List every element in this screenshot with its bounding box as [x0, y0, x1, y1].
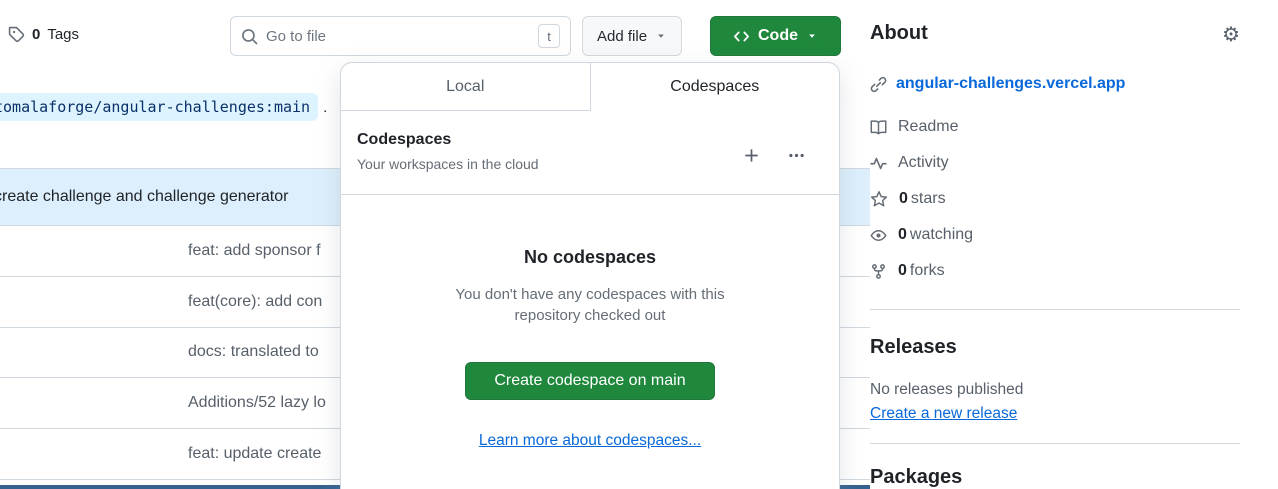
go-to-file-search[interactable]: t: [230, 16, 571, 56]
learn-more-link[interactable]: Learn more about codespaces...: [341, 432, 839, 450]
codespaces-header: Codespaces Your workspaces in the cloud: [341, 111, 839, 195]
tag-icon: [8, 26, 25, 43]
search-icon: [241, 28, 258, 45]
chevron-down-icon: [806, 30, 818, 42]
link-icon: [870, 76, 887, 93]
code-icon: [733, 28, 750, 45]
kebab-menu-icon[interactable]: [788, 139, 805, 172]
code-button[interactable]: Code: [710, 16, 841, 56]
pulse-icon: [870, 155, 887, 172]
codespaces-title: Codespaces: [357, 131, 539, 149]
sidebar-item-activity[interactable]: Activity: [870, 145, 1240, 181]
sidebar-item-label: 0watching: [898, 226, 973, 244]
latest-commit-message[interactable]: create challenge and challenge generator: [0, 188, 288, 206]
create-release-link[interactable]: Create a new release: [870, 405, 1017, 423]
releases-empty-text: No releases published: [870, 381, 1240, 399]
book-icon: [870, 119, 887, 136]
sidebar-item-stars[interactable]: 0stars: [870, 181, 1240, 217]
chevron-down-icon: [655, 30, 667, 42]
sidebar-item-forks[interactable]: 0forks: [870, 253, 1240, 289]
shortcut-key-hint: t: [538, 24, 560, 48]
tags-count: 0: [32, 26, 40, 43]
sidebar-item-label: 0stars: [899, 190, 946, 208]
empty-state-description: You don't have any codespaces with this …: [435, 284, 745, 326]
about-title: About: [870, 22, 928, 45]
create-codespace-button[interactable]: Create codespace on main: [465, 362, 714, 400]
website-link[interactable]: angular-challenges.vercel.app: [896, 75, 1125, 93]
tags-label: Tags: [47, 26, 79, 43]
add-file-label: Add file: [597, 28, 647, 45]
code-panel-tabs: Local Codespaces: [341, 63, 839, 111]
empty-state-title: No codespaces: [341, 247, 839, 268]
releases-title: Releases: [870, 336, 1240, 359]
star-icon: [870, 190, 888, 208]
repo-forked-icon: [870, 263, 887, 280]
codespaces-subtitle: Your workspaces in the cloud: [357, 156, 539, 172]
search-input[interactable]: [266, 28, 530, 45]
divider: [870, 443, 1240, 444]
sidebar-item-watching[interactable]: 0watching: [870, 217, 1240, 253]
code-label: Code: [758, 27, 798, 45]
codespaces-empty-state: No codespaces You don't have any codespa…: [341, 247, 839, 450]
commit-message-link[interactable]: Additions/52 lazy lo: [188, 394, 326, 412]
codespaces-header-actions: [743, 139, 805, 172]
about-list: Readme Activity 0stars 0watching: [870, 109, 1240, 289]
divider: [870, 309, 1240, 310]
sidebar-item-readme[interactable]: Readme: [870, 109, 1240, 145]
github-repo-page: 0 Tags t Add file Code tomalaforge/angul…: [0, 0, 1278, 489]
branch-ref-code[interactable]: tomalaforge/angular-challenges:main: [0, 93, 318, 121]
commit-message-link[interactable]: feat(core): add con: [188, 293, 322, 311]
commit-message-link[interactable]: docs: translated to: [188, 343, 319, 361]
packages-title: Packages: [870, 466, 1240, 489]
plus-icon[interactable]: [743, 139, 760, 172]
sidebar-item-label: 0forks: [898, 262, 945, 280]
commit-message-link[interactable]: feat: add sponsor f: [188, 242, 321, 260]
gear-icon[interactable]: ⚙: [1222, 24, 1240, 44]
tab-local[interactable]: Local: [341, 63, 590, 111]
sidebar-item-label: Readme: [898, 118, 958, 136]
sidebar-item-label: Activity: [898, 154, 949, 172]
tags-link[interactable]: 0 Tags: [8, 26, 79, 43]
compare-branch-ref: tomalaforge/angular-challenges:main .: [0, 93, 327, 121]
commit-message-link[interactable]: feat: update create: [188, 445, 321, 463]
eye-icon: [870, 227, 887, 244]
code-dropdown-panel: Local Codespaces Codespaces Your workspa…: [340, 62, 840, 489]
add-file-button[interactable]: Add file: [582, 16, 682, 56]
repo-sidebar: About ⚙ angular-challenges.vercel.app Re…: [870, 0, 1240, 489]
website-row: angular-challenges.vercel.app: [870, 75, 1240, 93]
about-header: About ⚙: [870, 22, 1240, 45]
branch-ref-suffix: .: [323, 99, 327, 116]
tab-codespaces[interactable]: Codespaces: [590, 63, 840, 111]
